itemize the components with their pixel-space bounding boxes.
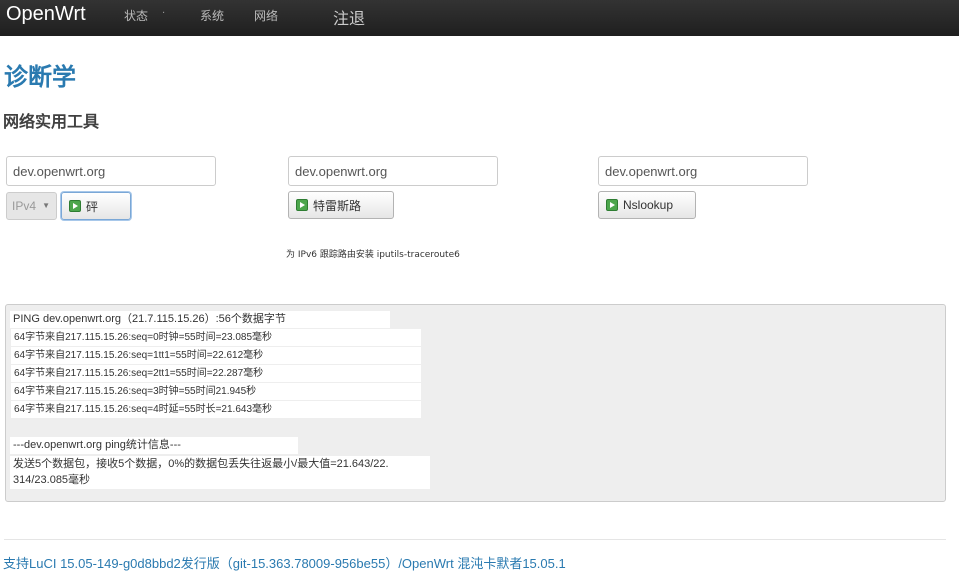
nav-logout[interactable]: 注退 — [333, 5, 365, 29]
output-line: 64字节来自217.115.15.26:seq=1tt1=55时间=22.612… — [11, 347, 421, 364]
output-line: 64字节来自217.115.15.26:seq=2tt1=55时间=22.287… — [11, 365, 421, 382]
traceroute-button[interactable]: 特雷斯路 — [288, 191, 394, 219]
chevron-down-icon: ▼ — [42, 201, 50, 210]
nav-item-status[interactable]: 状态 — [124, 7, 148, 24]
play-icon — [69, 200, 81, 212]
brand-logo[interactable]: OpenWrt — [6, 3, 86, 26]
output-line: 64字节来自217.115.15.26:seq=3时钟=55时间21.945秒 — [11, 383, 421, 400]
ping-protocol-value: IPv4 — [12, 199, 37, 213]
output-summary-line: 发送5个数据包，接收5个数据，0%的数据包丢失往返最小/最大值=21.643/2… — [10, 456, 430, 473]
nslookup-button[interactable]: Nslookup — [598, 191, 696, 219]
top-navbar: OpenWrt 状态 · 系统 网络 注退 — [0, 0, 959, 36]
nslookup-host-input[interactable] — [598, 156, 808, 186]
footer-version-link[interactable]: 支持LuCI 15.05-149-g0d8bbd2发行版（git-15.363.… — [3, 553, 566, 572]
traceroute-button-label: 特雷斯路 — [313, 198, 362, 213]
nav-separator: · — [162, 8, 166, 19]
footer-divider — [4, 539, 946, 540]
output-line: 64字节来自217.115.15.26:seq=4时延=55时长=21.643毫… — [11, 401, 421, 418]
nav-item-system[interactable]: 系统 — [200, 7, 224, 24]
command-output: PING dev.openwrt.org（21.7.115.15.26）:56个… — [5, 304, 946, 502]
section-title: 网络实用工具 — [3, 112, 100, 131]
traceroute-host-input[interactable] — [288, 156, 498, 186]
ping-button[interactable]: 砰 — [61, 192, 131, 220]
traceroute6-hint: 为 IPv6 跟踪路由安装 iputils-traceroute6 — [286, 250, 460, 260]
output-line: 64字节来自217.115.15.26:seq=0时钟=55时间=23.085毫… — [11, 329, 421, 346]
play-icon — [296, 199, 308, 211]
output-summary-line: 314/23.085毫秒 — [10, 472, 430, 489]
nav-item-network[interactable]: 网络 — [254, 7, 278, 24]
ping-host-input[interactable] — [6, 156, 216, 186]
ping-protocol-select[interactable]: IPv4 ▼ — [6, 192, 57, 220]
output-header: PING dev.openwrt.org（21.7.115.15.26）:56个… — [10, 311, 390, 328]
output-stats-header: ---dev.openwrt.org ping统计信息--- — [10, 437, 298, 454]
ping-button-label: 砰 — [86, 199, 99, 214]
play-icon — [606, 199, 618, 211]
page-title: 诊断学 — [4, 63, 76, 91]
nslookup-button-label: Nslookup — [623, 198, 674, 212]
